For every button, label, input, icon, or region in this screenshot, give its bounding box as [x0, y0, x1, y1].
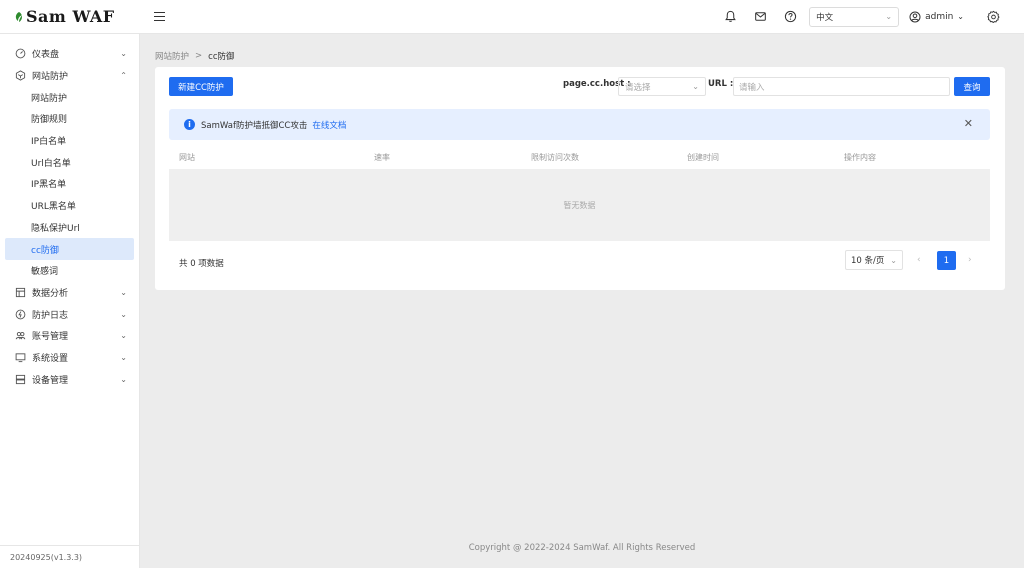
chevron-down-icon: ⌄: [957, 12, 964, 21]
main-card: 新建CC防护 page.cc.host : 请选择 ⌄ URL : 请输入 查询…: [155, 67, 1005, 290]
sidebar-item-label: 系统设置: [32, 353, 69, 364]
page-size-select[interactable]: 10 条/页 ⌄: [845, 250, 903, 270]
sub-item-website-protection[interactable]: 网站防护: [5, 86, 134, 108]
breadcrumb-parent[interactable]: 网站防护: [155, 50, 189, 62]
sidebar-item-website-protection[interactable]: 网站防护 ⌃: [0, 65, 139, 87]
log-icon: [15, 309, 26, 320]
sidebar-item-label: 数据分析: [32, 288, 69, 299]
chevron-down-icon: ⌄: [120, 49, 127, 59]
table-header: 网站 速率 限制访问次数 创建时间 操作内容: [169, 147, 990, 167]
user-icon: [909, 11, 921, 22]
leaf-icon: [15, 11, 22, 22]
total-count: 共 0 项数据: [179, 259, 224, 269]
top-bar: Sam WAF 中文 ⌄ admin ⌄: [0, 0, 1024, 34]
sub-item-cc-defense[interactable]: cc防御: [5, 238, 134, 260]
username: admin: [925, 11, 954, 22]
chevron-down-icon: ⌄: [120, 287, 127, 297]
sidebar-item-data-analysis[interactable]: 数据分析 ⌄: [0, 282, 139, 304]
url-input-placeholder: 请输入: [739, 82, 765, 93]
sidebar-divider: [0, 545, 140, 546]
breadcrumb-separator: >: [195, 51, 203, 61]
sidebar-item-label: 仪表盘: [32, 50, 60, 61]
chevron-down-icon: ⌄: [890, 255, 897, 265]
sidebar-item-label: 网站防护: [32, 72, 69, 83]
column-header-limit-count: 限制访问次数: [531, 152, 579, 162]
column-header-created-time: 创建时间: [687, 152, 719, 162]
sub-item-ip-whitelist[interactable]: IP白名单: [5, 130, 134, 152]
column-header-rate: 速率: [374, 152, 390, 162]
table-empty-state: 暂无数据: [169, 169, 990, 241]
bell-icon[interactable]: [723, 10, 737, 24]
page-size-value: 10 条/页: [851, 256, 885, 266]
shield-icon: [15, 70, 26, 81]
logo: Sam WAF: [0, 0, 140, 34]
chevron-down-icon: ⌄: [120, 352, 127, 362]
sidebar-item-system-settings[interactable]: 系统设置 ⌄: [0, 347, 139, 369]
query-button[interactable]: 查询: [954, 77, 990, 96]
sidebar-item-label: 账号管理: [32, 332, 69, 343]
empty-text: 暂无数据: [563, 200, 596, 210]
url-input[interactable]: 请输入: [733, 77, 950, 96]
host-select[interactable]: 请选择 ⌄: [618, 77, 706, 96]
users-icon: [15, 330, 26, 341]
menu-toggle-button[interactable]: [154, 9, 170, 25]
host-select-placeholder: 请选择: [625, 82, 651, 93]
sidebar-item-dashboard[interactable]: 仪表盘 ⌄: [0, 43, 139, 65]
close-icon[interactable]: ✕: [964, 117, 973, 130]
sub-item-sensitive-words[interactable]: 敏感词: [5, 260, 134, 282]
help-icon[interactable]: [783, 10, 797, 24]
user-menu[interactable]: admin ⌄: [909, 11, 964, 23]
logo-waf-text: WAF: [72, 7, 115, 26]
prev-page-icon[interactable]: ‹: [917, 255, 921, 265]
info-icon: i: [184, 119, 195, 130]
next-page-icon[interactable]: ›: [968, 255, 972, 265]
info-alert: i SamWaf防护墙抵御CC攻击 在线文档 ✕: [169, 109, 990, 140]
sidebar-item-device-management[interactable]: 设备管理 ⌄: [0, 368, 139, 390]
sidebar-item-protection-log[interactable]: 防护日志 ⌄: [0, 303, 139, 325]
breadcrumb: 网站防护 > cc防御: [155, 50, 235, 62]
footer-copyright: Copyright @ 2022-2024 SamWaf. All Rights…: [468, 543, 696, 553]
chevron-down-icon: ⌄: [885, 12, 893, 21]
system-icon: [15, 352, 26, 363]
sub-item-defense-rules[interactable]: 防御规则: [5, 108, 134, 130]
language-value: 中文: [816, 12, 834, 23]
new-cc-protection-button[interactable]: 新建CC防护: [169, 77, 233, 96]
sub-item-privacy-url[interactable]: 隐私保护Url: [5, 217, 134, 239]
alert-message: SamWaf防护墙抵御CC攻击: [201, 120, 308, 131]
chevron-down-icon: ⌄: [692, 82, 699, 91]
chevron-down-icon: ⌄: [120, 309, 127, 319]
url-filter-label: URL :: [708, 79, 734, 89]
sidebar-item-label: 设备管理: [32, 375, 69, 386]
language-select[interactable]: 中文 ⌄: [809, 6, 900, 27]
sidebar-item-label: 防护日志: [32, 310, 69, 321]
column-header-website: 网站: [179, 152, 195, 162]
sidebar: 仪表盘 ⌄ 网站防护 ⌃ 网站防护 防御规则 IP白名单 Url白名单 IP黑名…: [0, 34, 140, 568]
chart-icon: [15, 287, 26, 298]
sub-item-ip-blacklist[interactable]: IP黑名单: [5, 173, 134, 195]
mail-icon[interactable]: [753, 10, 767, 24]
version-label: 20240925(v1.3.3): [10, 553, 83, 562]
server-icon: [15, 374, 26, 385]
gear-icon[interactable]: [986, 10, 1000, 24]
top-right-actions: 中文 ⌄ admin ⌄: [715, 0, 1024, 34]
sidebar-item-account-management[interactable]: 账号管理 ⌄: [0, 325, 139, 347]
chevron-down-icon: ⌄: [120, 331, 127, 341]
dashboard-icon: [15, 48, 26, 59]
breadcrumb-current: cc防御: [208, 52, 235, 62]
online-docs-link[interactable]: 在线文档: [312, 119, 346, 131]
chevron-up-icon: ⌃: [120, 71, 127, 81]
column-header-operation: 操作内容: [844, 152, 876, 162]
sub-item-url-whitelist[interactable]: Url白名单: [5, 151, 134, 173]
chevron-down-icon: ⌄: [120, 374, 127, 384]
logo-sam-text: Sam: [26, 7, 67, 26]
sub-item-url-blacklist[interactable]: URL黑名单: [5, 195, 134, 217]
page-number-button[interactable]: 1: [937, 251, 956, 270]
